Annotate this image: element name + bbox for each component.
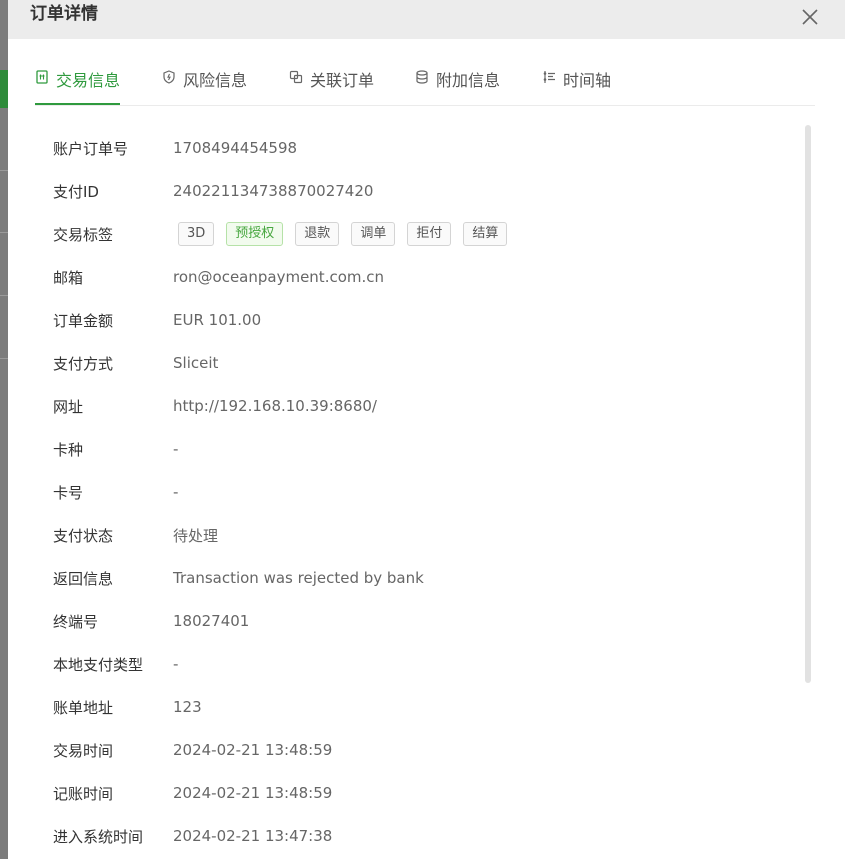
field-label: 账单地址	[53, 698, 114, 717]
field-website: 网址 http://192.168.10.39:8680/	[53, 394, 377, 418]
field-label: 卡号	[53, 483, 84, 502]
field-label: 支付状态	[53, 526, 114, 545]
field-value: Sliceit	[173, 354, 219, 372]
tab-linked-orders[interactable]: 关联订单	[289, 67, 374, 105]
field-value: -	[173, 655, 179, 673]
shield-icon	[163, 70, 175, 84]
background-divider	[0, 170, 8, 171]
content-scrollbar[interactable]	[805, 125, 811, 683]
field-value: 240221134738870027420	[173, 182, 374, 200]
field-booking-time: 记账时间 2024-02-21 13:48:59	[53, 781, 332, 805]
tab-label: 附加信息	[436, 71, 501, 90]
field-value: -	[173, 440, 179, 458]
field-value: 待处理	[173, 526, 219, 545]
field-value: EUR 101.00	[173, 311, 262, 329]
field-label: 网址	[53, 397, 84, 416]
field-label: 邮箱	[53, 268, 84, 287]
field-label: 支付方式	[53, 354, 114, 373]
tag-3d: 3D	[178, 222, 215, 246]
close-icon	[802, 9, 818, 25]
field-payment-method: 支付方式 Sliceit	[53, 351, 218, 375]
field-local-payment-type: 本地支付类型 -	[53, 652, 178, 676]
background-divider	[0, 358, 8, 359]
tab-bar: 交易信息 风险信息 关联订单 附加信息 时间轴	[35, 39, 815, 106]
field-value: http://192.168.10.39:8680/	[173, 397, 377, 415]
timeline-icon	[543, 71, 555, 83]
field-label: 记账时间	[53, 784, 114, 803]
background-divider	[0, 295, 8, 296]
transaction-icon	[36, 70, 48, 84]
close-button[interactable]	[801, 8, 819, 26]
field-value: 123	[173, 698, 202, 716]
field-label: 进入系统时间	[53, 827, 144, 846]
field-value: ron@oceanpayment.com.cn	[173, 268, 385, 286]
field-value: 2024-02-21 13:48:59	[173, 741, 333, 759]
field-label: 本地支付类型	[53, 655, 144, 674]
tag-pre-authorization: 预授权	[226, 222, 284, 246]
link-orders-icon	[289, 70, 303, 84]
tab-risk-info[interactable]: 风险信息	[162, 67, 247, 105]
tab-label: 风险信息	[183, 71, 248, 90]
background-nav-strip	[0, 70, 8, 108]
field-value: 2024-02-21 13:48:59	[173, 784, 333, 802]
field-value: 1708494454598	[173, 139, 298, 157]
field-label: 交易时间	[53, 741, 114, 760]
modal-title: 订单详情	[30, 4, 98, 24]
database-icon	[416, 70, 428, 84]
tag-retrieval: 调单	[351, 222, 396, 246]
field-payment-id: 支付ID 240221134738870027420	[53, 179, 373, 203]
modal-header: 订单详情	[8, 0, 845, 39]
field-card-no: 卡号 -	[53, 480, 178, 504]
field-card-type: 卡种 -	[53, 437, 178, 461]
tab-label: 关联订单	[310, 71, 375, 90]
tag-settlement: 结算	[463, 222, 508, 246]
field-return-info: 返回信息 Transaction was rejected by bank	[53, 566, 424, 590]
tag-chargeback: 拒付	[407, 222, 452, 246]
field-label: 返回信息	[53, 569, 114, 588]
field-value: 18027401	[173, 612, 250, 630]
field-terminal-no: 终端号 18027401	[53, 609, 249, 633]
field-order-amount: 订单金额 EUR 101.00	[53, 308, 261, 332]
tag-list: 3D 预授权 退款 调单 拒付 结算	[178, 222, 508, 246]
tab-timeline[interactable]: 时间轴	[542, 67, 611, 105]
tab-label: 时间轴	[563, 71, 612, 90]
transaction-info-panel: 账户订单号 1708494454598 支付ID 240221134738870…	[35, 106, 815, 859]
field-system-entry-time: 进入系统时间 2024-02-21 13:47:38	[53, 824, 332, 848]
field-label: 支付ID	[53, 182, 99, 201]
tag-refund: 退款	[295, 222, 340, 246]
field-label: 账户订单号	[53, 139, 129, 158]
field-trade-tags: 交易标签 3D 预授权 退款 调单 拒付 结算	[53, 222, 508, 246]
field-trade-time: 交易时间 2024-02-21 13:48:59	[53, 738, 332, 762]
tab-label: 交易信息	[56, 71, 121, 90]
order-detail-modal: 订单详情 交易信息 风险信息 关联订单 附加信息 时间轴 账户订单号 17084…	[8, 0, 845, 859]
field-billing-address: 账单地址 123	[53, 695, 202, 719]
field-label: 交易标签	[53, 225, 114, 244]
field-email: 邮箱 ron@oceanpayment.com.cn	[53, 265, 384, 289]
field-label: 终端号	[53, 612, 99, 631]
background-divider	[0, 232, 8, 233]
field-account-order-no: 账户订单号 1708494454598	[53, 136, 297, 160]
field-value: Transaction was rejected by bank	[173, 569, 424, 587]
field-label: 订单金额	[53, 311, 114, 330]
field-payment-status: 支付状态 待处理	[53, 523, 218, 547]
tab-transaction-info[interactable]: 交易信息	[35, 67, 121, 105]
field-label: 卡种	[53, 440, 84, 459]
tab-additional-info[interactable]: 附加信息	[415, 67, 500, 105]
field-value: 2024-02-21 13:47:38	[173, 827, 333, 845]
field-value: -	[173, 483, 179, 501]
